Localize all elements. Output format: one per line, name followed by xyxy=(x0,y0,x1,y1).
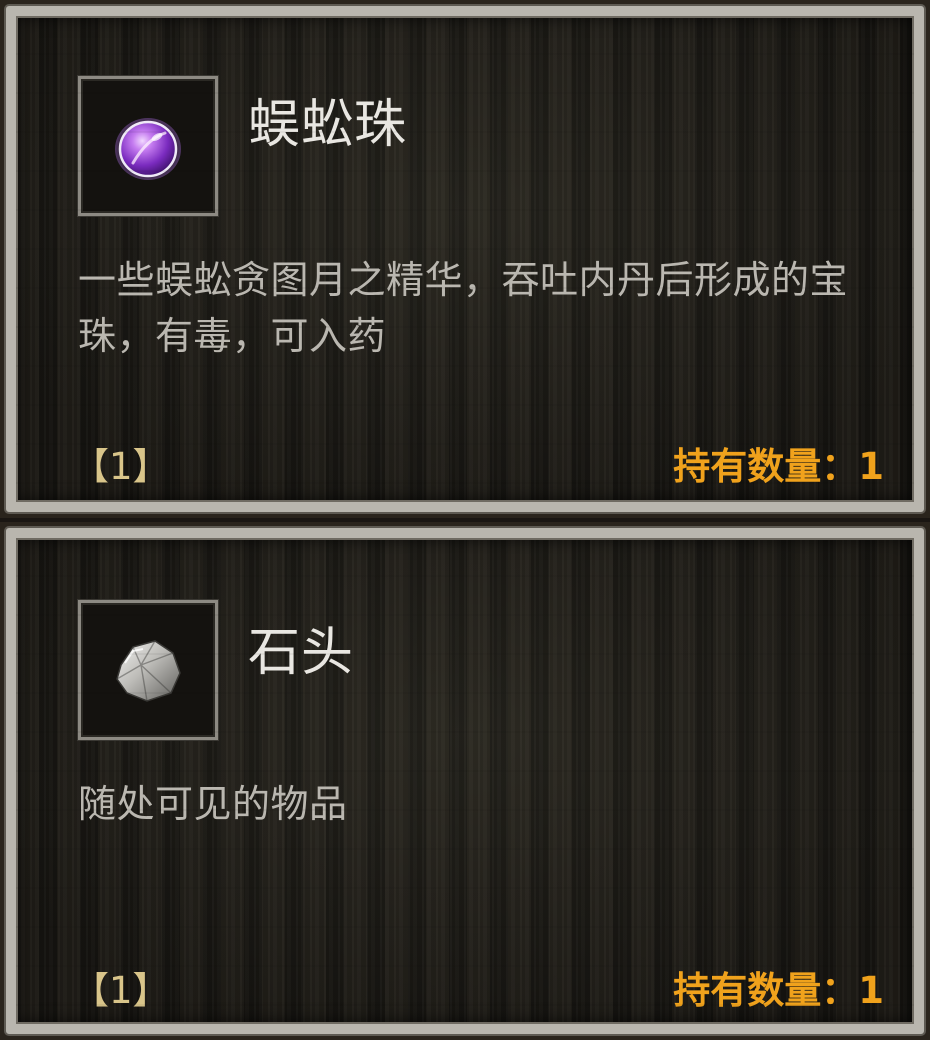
card-frame: 石头 随处可见的物品 【1】 持有数量：1 xyxy=(6,528,924,1034)
stone-icon xyxy=(116,640,181,702)
item-icon-slot xyxy=(78,600,218,740)
item-quantity: 持有数量：1 xyxy=(673,436,884,490)
item-quantity: 持有数量：1 xyxy=(673,960,884,1014)
item-name: 蜈蚣珠 xyxy=(248,95,408,155)
quantity-value: 1 xyxy=(858,445,884,488)
item-description: 随处可见的物品 xyxy=(78,782,348,826)
item-index-badge: 【1】 xyxy=(72,445,170,488)
purple-gem-icon xyxy=(115,118,181,180)
item-card-centipede-pearl[interactable]: 蜈蚣珠 一些蜈蚣贪图月之精华，吞吐内丹后形成的宝珠，有毒，可入药 【1】 持有数… xyxy=(0,0,930,518)
quantity-value: 1 xyxy=(858,969,884,1012)
quantity-label: 持有数量： xyxy=(673,969,859,1012)
item-icon-slot xyxy=(78,76,218,216)
quantity-label: 持有数量： xyxy=(673,445,859,488)
item-index-badge: 【1】 xyxy=(72,969,170,1012)
item-name: 石头 xyxy=(248,623,355,683)
card-frame: 蜈蚣珠 一些蜈蚣贪图月之精华，吞吐内丹后形成的宝珠，有毒，可入药 【1】 持有数… xyxy=(6,6,924,512)
item-card-stone[interactable]: 石头 随处可见的物品 【1】 持有数量：1 xyxy=(0,522,930,1040)
item-description: 一些蜈蚣贪图月之精华，吞吐内丹后形成的宝珠，有毒，可入药 xyxy=(78,258,849,358)
